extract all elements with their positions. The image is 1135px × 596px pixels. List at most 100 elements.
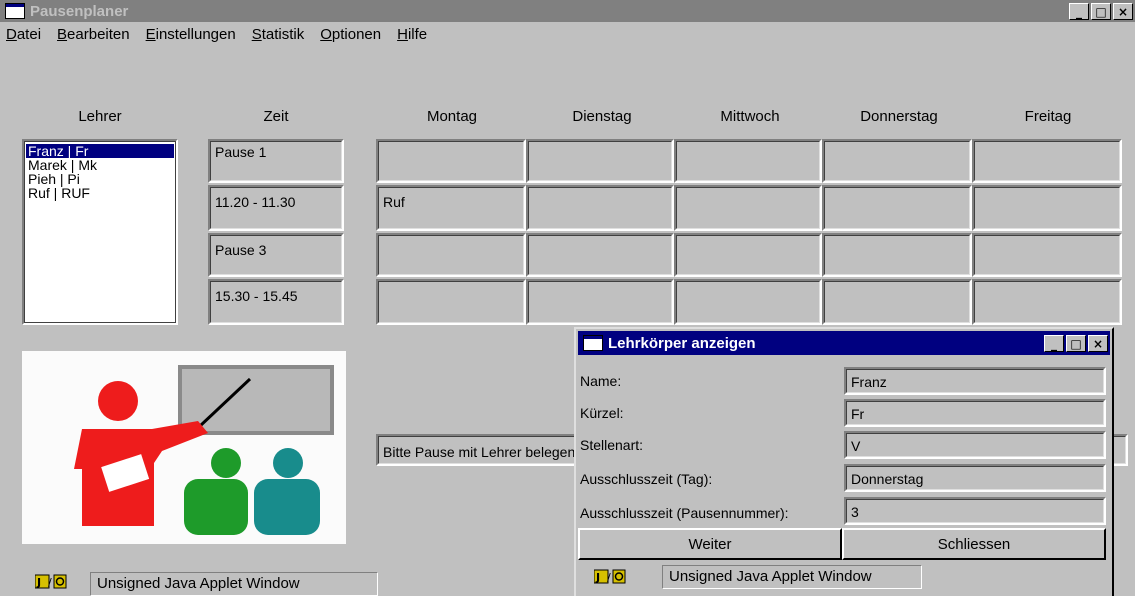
schedule-cell-text xyxy=(824,235,970,275)
schedule-cell-text xyxy=(528,187,672,229)
teacher-illustration-image xyxy=(22,351,346,544)
time-field-4[interactable]: 15.30 - 15.45 xyxy=(208,279,344,325)
window-icon xyxy=(5,3,25,19)
teacher-list-item[interactable]: Franz | Fr xyxy=(26,144,174,158)
dialog-title-bar[interactable]: Lehrkörper anzeigen _ □ × xyxy=(578,331,1110,355)
schedule-cell[interactable] xyxy=(674,233,822,277)
schedule-cell-text xyxy=(676,281,820,323)
schedule-cell-text: Ruf xyxy=(378,187,524,229)
schedule-cell-text xyxy=(974,187,1120,229)
dialog-title: Lehrkörper anzeigen xyxy=(608,334,756,352)
schedule-cell[interactable] xyxy=(822,139,972,183)
ausschlusszeit-tag-value: Donnerstag xyxy=(846,466,1104,490)
svg-text:/: / xyxy=(607,571,611,584)
schliessen-button[interactable]: Schliessen xyxy=(842,528,1106,560)
time-field-2[interactable]: 11.20 - 11.30 xyxy=(208,185,344,231)
time-field-3[interactable]: Pause 3 xyxy=(208,233,344,277)
header-day-thursday: Donnerstag xyxy=(860,108,938,125)
dialog-window-controls: _ □ × xyxy=(1042,335,1108,352)
schedule-cell-text xyxy=(824,187,970,229)
label-ausschlusszeit-pause: Ausschlusszeit (Pausennummer): xyxy=(580,505,789,521)
time-field-text: Pause 1 xyxy=(210,141,342,181)
ausschlusszeit-pause-field[interactable]: 3 xyxy=(844,497,1106,525)
header-day-wednesday: Mittwoch xyxy=(720,108,780,125)
schedule-cell[interactable] xyxy=(822,279,972,325)
schedule-cell-text xyxy=(824,281,970,323)
time-field-text: 11.20 - 11.30 xyxy=(210,187,342,229)
menu-bearbeiten[interactable]: Bearbeiten xyxy=(57,26,130,43)
schedule-cell[interactable] xyxy=(674,279,822,325)
dialog-maximize-button[interactable]: □ xyxy=(1066,335,1086,352)
schedule-cell-text xyxy=(378,235,524,275)
name-field[interactable]: Franz xyxy=(844,367,1106,395)
schedule-cell-text xyxy=(528,281,672,323)
dialog-minimize-button[interactable]: _ xyxy=(1044,335,1064,352)
header-day-friday: Freitag xyxy=(1024,108,1072,125)
stellenart-field[interactable]: V xyxy=(844,431,1106,459)
teacher-detail-dialog: Lehrkörper anzeigen _ □ × Name: Franz Kü… xyxy=(574,327,1114,596)
teacher-list-item[interactable]: Marek | Mk xyxy=(26,158,174,172)
schedule-cell-text xyxy=(378,141,524,181)
schedule-cell[interactable] xyxy=(822,233,972,277)
schedule-cell[interactable] xyxy=(376,233,526,277)
schedule-cell[interactable] xyxy=(972,233,1122,277)
schedule-cell[interactable] xyxy=(526,279,674,325)
menu-datei[interactable]: Datei xyxy=(6,26,41,43)
close-button[interactable]: × xyxy=(1113,3,1133,20)
schedule-cell-text xyxy=(378,281,524,323)
dialog-close-button[interactable]: × xyxy=(1088,335,1108,352)
dialog-window-icon xyxy=(583,335,603,351)
schedule-cell[interactable] xyxy=(526,139,674,183)
schedule-cell-text xyxy=(528,235,672,275)
time-field-text: Pause 3 xyxy=(210,235,342,275)
menu-einstellungen[interactable]: Einstellungen xyxy=(146,26,236,43)
header-day-tuesday: Dienstag xyxy=(572,108,632,125)
schedule-cell[interactable] xyxy=(972,139,1122,183)
kuerzel-field[interactable]: Fr xyxy=(844,399,1106,427)
name-value: Franz xyxy=(846,369,1104,393)
header-teacher: Lehrer xyxy=(78,108,122,125)
menu-hilfe[interactable]: Hilfe xyxy=(397,26,427,43)
minimize-button[interactable]: _ xyxy=(1069,3,1089,20)
label-ausschlusszeit-tag: Ausschlusszeit (Tag): xyxy=(580,471,713,487)
window-controls: _ □ × xyxy=(1067,3,1133,20)
dialog-java-applet-icon: J / xyxy=(593,569,626,585)
menu-statistik[interactable]: Statistik xyxy=(252,26,305,43)
schedule-cell[interactable] xyxy=(822,185,972,231)
schedule-cell-text xyxy=(528,141,672,181)
schedule-cell[interactable] xyxy=(674,185,822,231)
time-field-text: 15.30 - 15.45 xyxy=(210,281,342,323)
schedule-cell[interactable] xyxy=(972,185,1122,231)
java-applet-icon: J / xyxy=(34,574,67,590)
schedule-cell[interactable] xyxy=(526,233,674,277)
svg-text:/: / xyxy=(48,576,52,589)
label-stellenart: Stellenart: xyxy=(580,437,644,453)
time-field-1[interactable]: Pause 1 xyxy=(208,139,344,183)
label-kuerzel: Kürzel: xyxy=(580,405,624,421)
schedule-cell[interactable] xyxy=(674,139,822,183)
main-title-bar[interactable]: Pausenplaner _ □ × xyxy=(0,0,1135,22)
schedule-cell[interactable] xyxy=(376,139,526,183)
maximize-button[interactable]: □ xyxy=(1091,3,1111,20)
svg-text:J: J xyxy=(36,576,41,589)
window-title: Pausenplaner xyxy=(30,2,129,20)
teacher-list-item[interactable]: Pieh | Pi xyxy=(26,172,174,186)
schedule-cell[interactable] xyxy=(376,279,526,325)
header-day-monday: Montag xyxy=(426,108,478,125)
teacher-list-item[interactable]: Ruf | RUF xyxy=(26,186,174,200)
schedule-cell-text xyxy=(974,281,1120,323)
schedule-cell[interactable]: Ruf xyxy=(376,185,526,231)
menu-optionen[interactable]: Optionen xyxy=(320,26,381,43)
schedule-cell[interactable] xyxy=(972,279,1122,325)
teacher-illustration xyxy=(22,351,346,544)
schedule-cell[interactable] xyxy=(526,185,674,231)
main-status-text: Unsigned Java Applet Window xyxy=(90,572,378,596)
ausschlusszeit-pause-value: 3 xyxy=(846,499,1104,523)
header-time: Zeit xyxy=(263,108,289,125)
svg-text:J: J xyxy=(595,571,600,584)
label-name: Name: xyxy=(580,373,622,389)
schedule-cell-text xyxy=(676,187,820,229)
ausschlusszeit-tag-field[interactable]: Donnerstag xyxy=(844,464,1106,492)
weiter-button[interactable]: Weiter xyxy=(578,528,842,560)
teacher-list[interactable]: Franz | Fr Marek | Mk Pieh | Pi Ruf | RU… xyxy=(22,139,178,325)
